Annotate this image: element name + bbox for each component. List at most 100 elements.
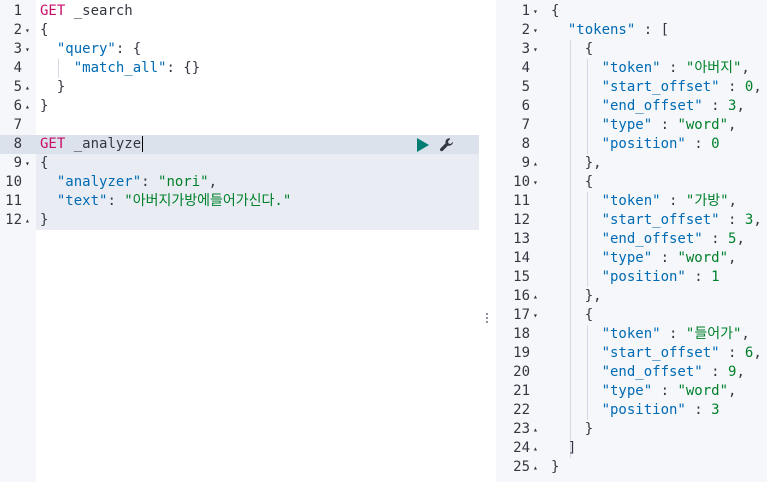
response-line: 11 "token" : "가방", (496, 192, 767, 211)
code-text: "end_offset" : 9, (601, 364, 745, 380)
line-number: 25 (513, 459, 530, 475)
fold-collapse-icon[interactable]: ▾ (533, 2, 538, 21)
response-line: 10 ▾ { (496, 173, 767, 192)
code-text: "start_offset" : 6, (601, 345, 762, 361)
line-number: 11 (513, 193, 530, 209)
request-line: 6 ▴} (0, 97, 479, 116)
fold-expand-icon[interactable]: ▴ (25, 211, 30, 230)
response-line: 13 "end_offset" : 5, (496, 230, 767, 249)
line-number: 20 (513, 364, 530, 380)
line-number: 13 (513, 231, 530, 247)
code-text: "end_offset" : 5, (601, 231, 745, 247)
line-number: 17 (513, 307, 530, 323)
code-text: "end_offset" : 3, (601, 98, 745, 114)
request-line: 1 GET _search (0, 2, 479, 21)
line-number: 9 (521, 155, 530, 171)
fold-expand-icon[interactable]: ▴ (533, 154, 538, 173)
fold-expand-icon[interactable]: ▴ (25, 97, 30, 116)
line-number: 3 (13, 41, 22, 57)
line-number: 10 (5, 174, 22, 190)
line-number: 9 (13, 155, 22, 171)
line-number: 21 (513, 383, 530, 399)
request-editor[interactable]: 1 GET _search 2 ▾{3 ▾ "query": {4 "match_all… (0, 0, 479, 482)
response-line: 25 ▴} (496, 458, 767, 477)
code-text: { (40, 22, 49, 38)
response-line: 12 "start_offset" : 3, (496, 211, 767, 230)
response-line: 16 ▴ }, (496, 287, 767, 306)
line-number: 1 (13, 3, 22, 19)
line-number: 5 (521, 79, 530, 95)
resize-handle-icon[interactable] (485, 313, 489, 325)
line-number: 24 (513, 440, 530, 456)
response-line: 17 ▾ { (496, 306, 767, 325)
code-text: "start_offset" : 0, (601, 79, 762, 95)
line-number: 16 (513, 288, 530, 304)
line-number: 12 (5, 212, 22, 228)
text-cursor (142, 136, 144, 152)
code-text: "start_offset" : 3, (601, 212, 762, 228)
code-text: { (551, 41, 594, 57)
wrench-icon[interactable] (439, 137, 455, 153)
fold-collapse-icon[interactable]: ▾ (533, 40, 538, 59)
line-number: 8 (521, 136, 530, 152)
code-text: "type" : "word", (601, 383, 737, 399)
code-text: } (40, 98, 49, 114)
response-line: 2 ▾ "tokens" : [ (496, 21, 767, 40)
response-line: 14 "type" : "word", (496, 249, 767, 268)
fold-expand-icon[interactable]: ▴ (533, 439, 538, 458)
line-number: 15 (513, 269, 530, 285)
code-text: "match_all": {} (73, 60, 201, 76)
line-number: 4 (13, 60, 22, 76)
request-line: 12 ▴} (0, 211, 479, 230)
response-line: 21 "type" : "word", (496, 382, 767, 401)
fold-expand-icon[interactable]: ▴ (25, 78, 30, 97)
response-line: 19 "start_offset" : 6, (496, 344, 767, 363)
code-text: "type" : "word", (601, 117, 737, 133)
line-number: 4 (521, 60, 530, 76)
code-text: GET _search (40, 3, 133, 19)
line-number: 2 (13, 22, 22, 38)
response-viewer: 1 ▾{2 ▾ "tokens" : [3 ▾ {4 "token" : "아버지",… (496, 0, 767, 482)
pane-divider[interactable] (479, 0, 496, 482)
fold-collapse-icon[interactable]: ▾ (25, 154, 30, 173)
code-text: GET _analyze (40, 136, 144, 152)
line-number: 14 (513, 250, 530, 266)
line-number: 10 (513, 174, 530, 190)
fold-expand-icon[interactable]: ▴ (533, 287, 538, 306)
response-line: 24 ▴ ] (496, 439, 767, 458)
fold-collapse-icon[interactable]: ▾ (533, 306, 538, 325)
line-number: 2 (521, 22, 530, 38)
code-text: } (40, 79, 66, 95)
fold-collapse-icon[interactable]: ▾ (533, 173, 538, 192)
response-line: 8 "position" : 0 (496, 135, 767, 154)
code-text: { (551, 174, 594, 190)
response-line: 7 "type" : "word", (496, 116, 767, 135)
line-number: 18 (513, 326, 530, 342)
code-text: } (40, 212, 49, 228)
fold-expand-icon[interactable]: ▴ (533, 420, 538, 439)
request-line: 5 ▴ } (0, 78, 479, 97)
response-line: 4 "token" : "아버지", (496, 59, 767, 78)
line-number: 8 (13, 136, 22, 152)
code-text: ] (551, 440, 577, 456)
line-number: 7 (13, 117, 22, 133)
code-text: "position" : 3 (601, 402, 720, 418)
code-text: { (40, 155, 49, 171)
response-line: 15 "position" : 1 (496, 268, 767, 287)
fold-collapse-icon[interactable]: ▾ (25, 40, 30, 59)
play-icon[interactable] (417, 138, 429, 152)
request-line: 2 ▾ { (0, 21, 479, 40)
fold-collapse-icon[interactable]: ▾ (25, 21, 30, 40)
fold-expand-icon[interactable]: ▴ (533, 458, 538, 477)
code-text: { (551, 3, 560, 19)
code-text: "token" : "아버지", (601, 60, 750, 76)
code-text: } (551, 459, 560, 475)
response-line: 9 ▴ }, (496, 154, 767, 173)
line-number: 3 (521, 41, 530, 57)
code-text: "position" : 0 (601, 136, 720, 152)
line-number: 5 (13, 79, 22, 95)
response-line: 6 "end_offset" : 3, (496, 97, 767, 116)
code-text: "analyzer": "nori", (56, 174, 218, 190)
fold-collapse-icon[interactable]: ▾ (533, 21, 538, 40)
code-text: "token" : "들어가", (601, 326, 750, 342)
